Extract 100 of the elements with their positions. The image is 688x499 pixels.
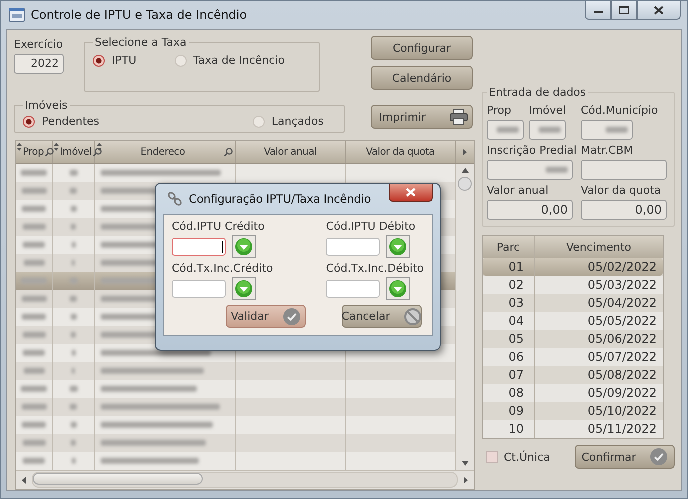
checkbox[interactable] <box>486 451 498 463</box>
redacted-text <box>22 188 46 194</box>
redacted-text <box>70 386 78 392</box>
scroll-thumb[interactable] <box>33 473 203 485</box>
scroll-right-icon[interactable] <box>463 148 467 156</box>
app-icon <box>9 8 25 22</box>
redacted-text <box>539 127 561 133</box>
redacted-text <box>22 296 46 302</box>
redacted-text <box>24 260 44 266</box>
radio-button[interactable] <box>93 54 105 66</box>
redacted-text <box>70 422 76 428</box>
input-field[interactable] <box>487 160 573 180</box>
scroll-down-icon[interactable] <box>462 461 468 466</box>
table-cell-text: 05/09/2022 <box>586 385 658 402</box>
redacted-text <box>21 386 47 392</box>
field-label: Cód.IPTU Crédito <box>172 220 266 233</box>
scroll-up-icon[interactable] <box>462 168 468 173</box>
group-title: Imóveis <box>24 99 69 112</box>
minimize-button[interactable] <box>585 1 611 20</box>
close-button[interactable] <box>389 184 433 202</box>
sort-icon[interactable] <box>97 143 102 151</box>
dropdown-button[interactable] <box>386 235 410 258</box>
table-cell-text: 05/05/2022 <box>586 313 658 330</box>
confirm-button[interactable]: Confirmar <box>575 445 675 469</box>
redacted-text <box>23 242 45 248</box>
exercicio-label: Exercício <box>14 38 64 51</box>
field-label: Matr.CBM <box>581 144 634 157</box>
input-field[interactable] <box>326 280 380 298</box>
table-cell-text: 05/03/2022 <box>586 277 658 294</box>
action-button[interactable]: Configurar <box>371 36 473 60</box>
column-header[interactable]: Valor da quota <box>348 146 453 158</box>
dropdown-button[interactable] <box>232 277 256 300</box>
table-row[interactable]: 02 05/03/2022 <box>483 276 663 294</box>
redacted-text <box>24 368 44 374</box>
redacted-text <box>22 314 46 320</box>
sort-icon[interactable] <box>54 143 59 151</box>
table-row[interactable]: 08 05/09/2022 <box>483 384 663 402</box>
vertical-scrollbar[interactable] <box>456 164 474 470</box>
scroll-left-icon[interactable] <box>22 476 26 484</box>
table-row[interactable]: 06 05/07/2022 <box>483 348 663 366</box>
table-row[interactable]: 10 05/11/2022 <box>483 420 663 438</box>
check-icon <box>282 308 301 326</box>
redacted-text <box>71 224 76 230</box>
action-button[interactable]: Calendário <box>371 66 473 90</box>
dialog-title: Configuração IPTU/Taxa Incêndio <box>189 192 372 206</box>
cancel-button[interactable]: Cancelar <box>342 305 422 328</box>
redacted-text <box>22 224 46 230</box>
search-icon[interactable] <box>92 148 102 156</box>
window-title: Controle de IPTU e Taxa de Incêndio <box>31 8 248 22</box>
input-field[interactable] <box>172 238 226 256</box>
input-field[interactable] <box>326 238 380 256</box>
column-header[interactable]: Vencimento <box>535 236 663 258</box>
input-field[interactable] <box>172 280 226 298</box>
scroll-right-icon[interactable] <box>464 476 468 484</box>
group-title: Entrada de dados <box>488 86 588 99</box>
field-label: Cód.Tx.Inc.Débito <box>326 262 424 275</box>
close-button[interactable] <box>637 1 681 20</box>
input-field[interactable] <box>529 120 566 140</box>
input-field[interactable]: 0,00 <box>487 200 573 220</box>
dropdown-button[interactable] <box>232 235 256 258</box>
search-icon[interactable] <box>45 148 54 156</box>
redacted-text <box>70 206 76 212</box>
input-field[interactable]: 0,00 <box>581 200 667 220</box>
column-header[interactable]: Imóvel <box>60 146 92 158</box>
maximize-button[interactable] <box>611 1 637 20</box>
radio-button[interactable] <box>174 54 187 66</box>
table-row[interactable]: 04 05/05/2022 <box>483 312 663 330</box>
redacted-text <box>546 167 568 173</box>
validate-button[interactable]: Validar <box>226 305 306 328</box>
prohibited-icon <box>404 308 422 326</box>
horizontal-scrollbar[interactable] <box>16 470 474 489</box>
radio-label: Lançados <box>272 115 324 128</box>
field-label: Valor anual <box>487 184 550 197</box>
radio-button[interactable] <box>252 116 265 128</box>
exercicio-field[interactable]: 2022 <box>14 54 64 74</box>
redacted-text <box>22 332 46 338</box>
field-label: Prop <box>487 104 512 117</box>
search-icon[interactable] <box>224 148 233 156</box>
field-label: Inscrição Predial <box>487 144 578 157</box>
redacted-text <box>70 188 77 194</box>
radio-label: Taxa de Incêncio <box>194 54 285 67</box>
field-label: Imóvel <box>529 104 568 117</box>
table-cell-text: 05/02/2022 <box>586 259 658 276</box>
table-row[interactable]: 01 05/02/2022 <box>483 258 663 276</box>
column-header[interactable]: Endereco <box>103 146 223 158</box>
input-field[interactable] <box>581 120 633 140</box>
dropdown-button[interactable] <box>386 277 410 300</box>
column-header[interactable]: Prop <box>23 146 44 158</box>
redacted-text <box>23 458 45 464</box>
chain-link-icon <box>167 191 183 207</box>
redacted-text <box>22 440 46 446</box>
redacted-text <box>606 127 628 133</box>
redacted-text <box>22 404 46 410</box>
input-field[interactable] <box>581 160 667 180</box>
scroll-thumb[interactable] <box>458 177 472 191</box>
print-button[interactable]: Imprimir <box>371 105 473 130</box>
sort-icon[interactable] <box>17 143 22 151</box>
input-field[interactable] <box>487 120 524 140</box>
column-header[interactable]: Valor anual <box>238 146 343 158</box>
radio-button[interactable] <box>23 116 35 128</box>
